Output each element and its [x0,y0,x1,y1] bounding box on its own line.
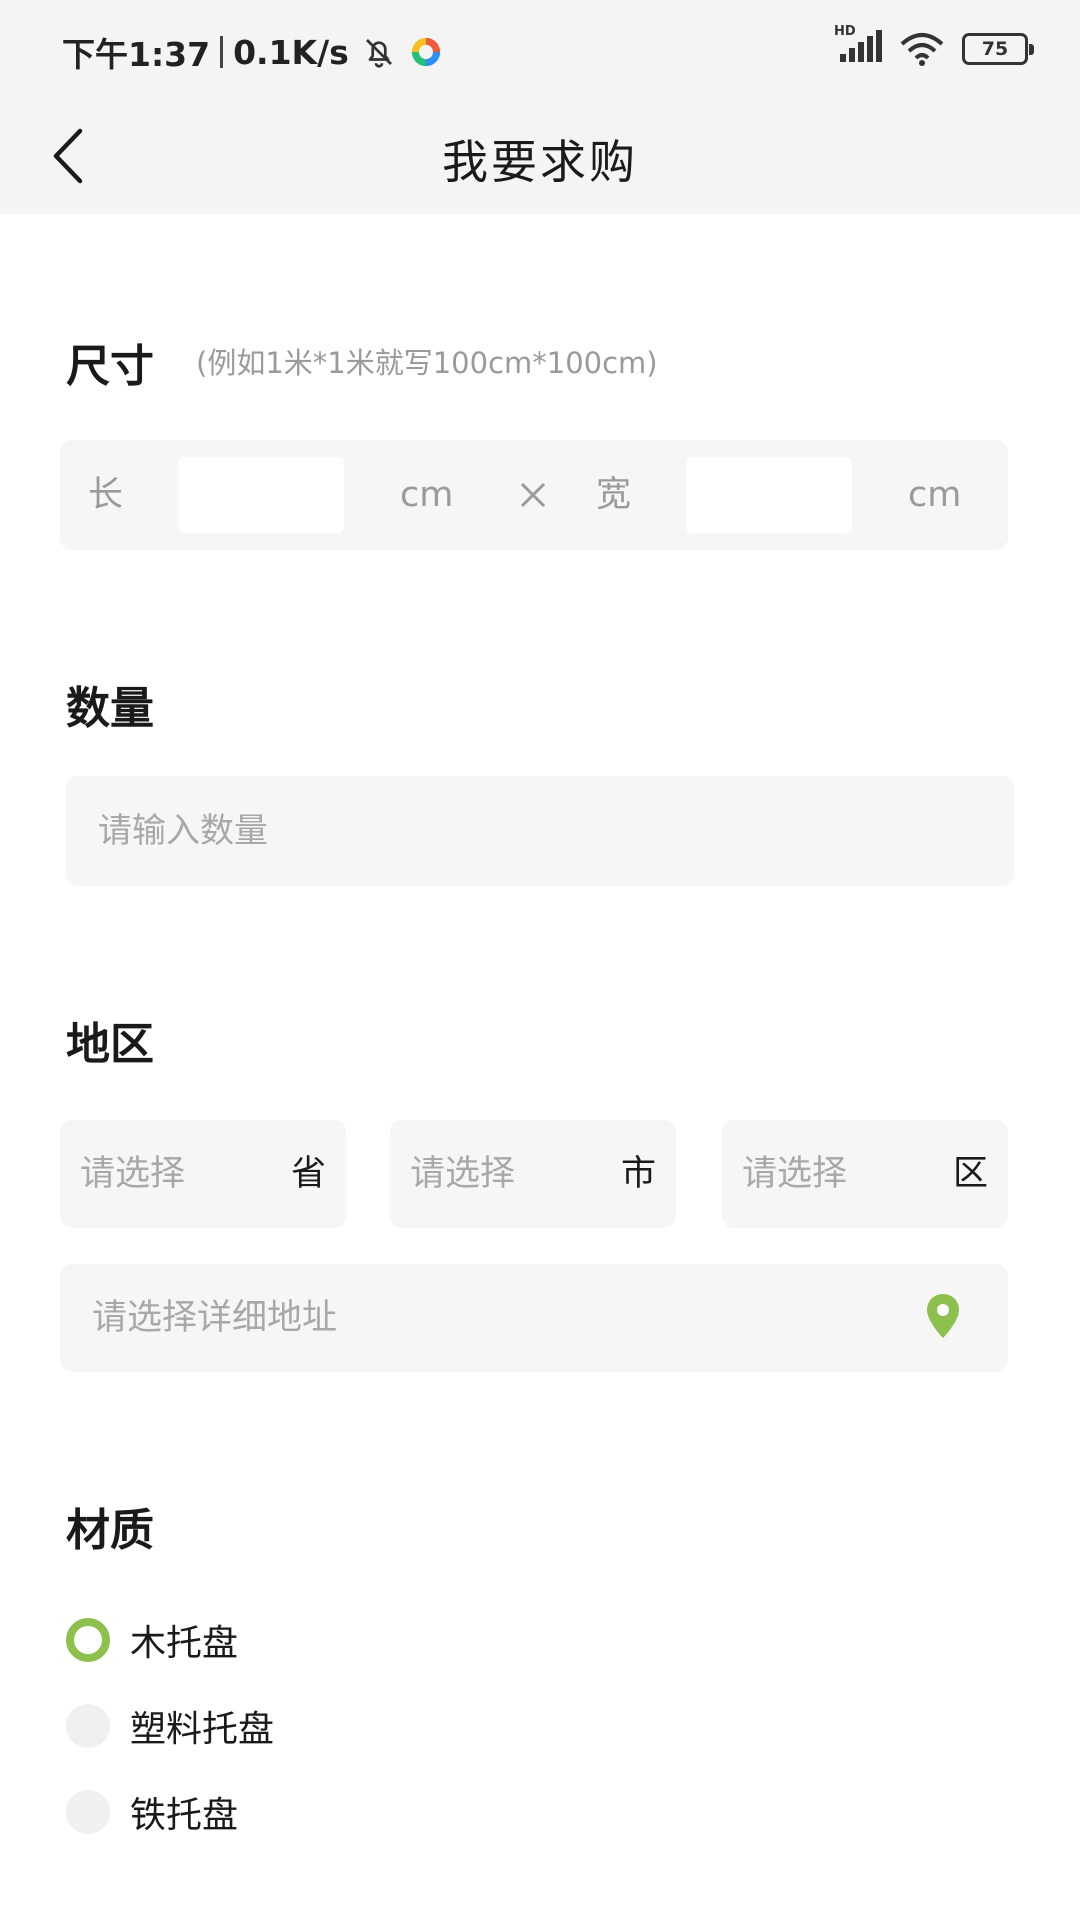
battery-icon: 75 [962,33,1034,65]
region-section-title: 地区 [66,1019,154,1070]
province-unit: 省 [290,1154,326,1194]
network-badge: HD [834,24,856,39]
mute-bell-icon [365,39,392,68]
material-option-label: 木托盘 [130,1623,239,1664]
city-unit: 市 [620,1154,656,1194]
material-option-label: 塑料托盘 [130,1709,275,1750]
width-input[interactable] [686,457,852,533]
address-select[interactable]: 请选择详细地址 [60,1264,1008,1372]
size-section-title: 尺寸 [66,341,154,392]
signal-icon: HD [834,24,882,68]
multiply-icon [520,482,546,508]
page-title: 我要求购 [442,135,638,189]
material-option-label: 铁托盘 [130,1795,239,1836]
material-option-plastic[interactable]: 塑料托盘 [66,1696,274,1756]
length-label: 长 [88,475,124,515]
width-unit: cm [908,475,962,515]
material-option-wood[interactable]: 木托盘 [66,1610,238,1670]
app-logo-icon [411,37,440,67]
city-placeholder: 请选择 [410,1154,516,1194]
length-unit: cm [400,475,454,515]
radio-unchecked-icon[interactable] [66,1704,110,1748]
radio-unchecked-icon[interactable] [66,1790,110,1834]
status-left: 下午1:37 0.1K/s [62,28,443,76]
quantity-input[interactable] [66,776,1014,886]
location-pin-icon[interactable] [924,1292,962,1340]
material-option-iron[interactable]: 铁托盘 [66,1782,238,1842]
width-label: 宽 [596,475,632,515]
city-select[interactable]: 请选择 市 [390,1120,676,1228]
wifi-icon [900,33,944,66]
district-placeholder: 请选择 [742,1154,848,1194]
status-bar: 下午1:37 0.1K/s HD 75 [0,0,1080,100]
status-time: 下午1:37 [62,35,211,74]
material-section-title: 材质 [66,1505,154,1556]
province-placeholder: 请选择 [80,1154,186,1194]
quantity-section-title: 数量 [66,683,154,734]
size-hint: (例如1米*1米就写100cm*100cm) [196,346,658,380]
radio-checked-icon[interactable] [66,1618,110,1662]
address-placeholder: 请选择详细地址 [92,1298,338,1338]
province-select[interactable]: 请选择 省 [60,1120,346,1228]
status-net-speed: 0.1K/s [233,32,349,72]
length-input[interactable] [178,457,344,533]
navigation-bar: 我要求购 [0,100,1080,214]
district-unit: 区 [952,1154,988,1194]
size-input-group: 长 cm 宽 cm [60,440,1008,550]
status-divider [220,36,224,68]
quantity-field [66,776,1014,886]
status-right: HD 75 [834,24,1034,68]
battery-level: 75 [981,38,1009,60]
district-select[interactable]: 请选择 区 [722,1120,1008,1228]
